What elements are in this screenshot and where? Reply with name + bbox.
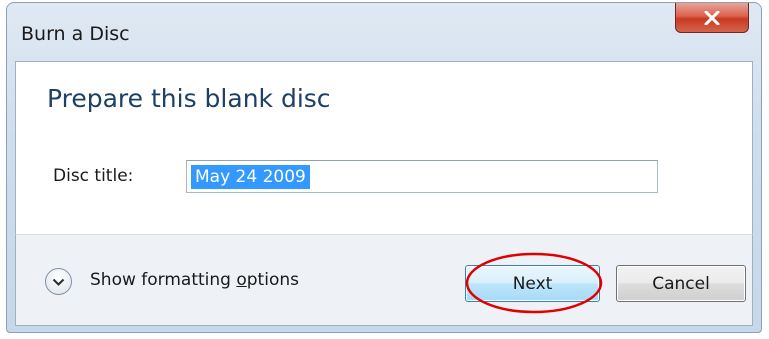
close-icon bbox=[704, 10, 720, 25]
show-formatting-expander[interactable] bbox=[45, 268, 72, 295]
next-button[interactable]: Next bbox=[465, 265, 600, 302]
disc-title-value: May 24 2009 bbox=[191, 165, 310, 189]
chevron-down-icon bbox=[52, 272, 65, 291]
title-bar[interactable]: Burn a Disc bbox=[7, 3, 761, 61]
burn-disc-dialog: Burn a Disc Prepare this blank disc Disc… bbox=[6, 2, 762, 333]
disc-title-label: Disc title: bbox=[53, 166, 134, 186]
close-button[interactable] bbox=[675, 3, 749, 33]
next-button-label: Next bbox=[512, 273, 553, 294]
cancel-button-label: Cancel bbox=[652, 273, 710, 294]
window-title: Burn a Disc bbox=[21, 23, 130, 45]
page-heading: Prepare this blank disc bbox=[47, 84, 331, 113]
show-formatting-options-link[interactable]: Show formatting options bbox=[90, 270, 299, 290]
dialog-footer: Show formatting options Next Cancel bbox=[15, 234, 753, 326]
dialog-content: Prepare this blank disc Disc title: May … bbox=[15, 61, 753, 234]
disc-title-input[interactable]: May 24 2009 bbox=[186, 160, 658, 193]
cancel-button[interactable]: Cancel bbox=[616, 265, 746, 302]
